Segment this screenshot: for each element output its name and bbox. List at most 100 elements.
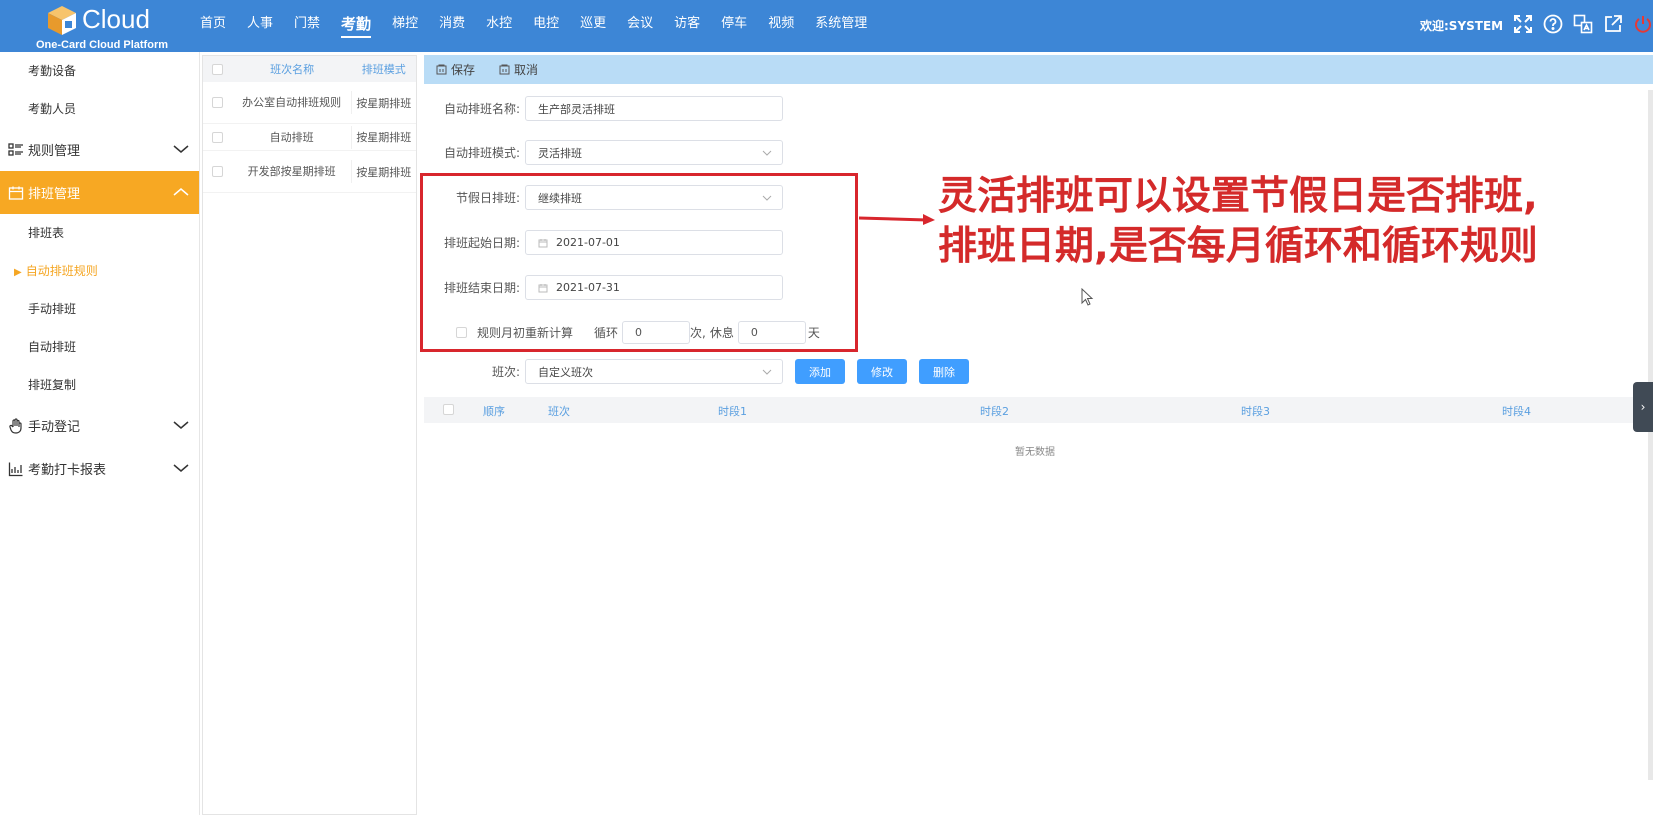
cube-logo-icon: [48, 6, 76, 35]
caret-right-icon: ▶: [14, 267, 22, 278]
col-period-4[interactable]: 时段4: [1502, 403, 1531, 419]
schedule-name-input[interactable]: 生产部灵活排班: [525, 96, 783, 121]
nav-power[interactable]: 电控: [533, 0, 559, 52]
calendar-icon: [8, 186, 24, 200]
nav-parking[interactable]: 停车: [721, 0, 747, 52]
side-expand-tab[interactable]: ›: [1633, 382, 1653, 432]
main-nav: 首页 人事 门禁 考勤 梯控 消费 水控 电控 巡更 会议 访客 停车 视频 系…: [200, 0, 888, 52]
empty-table-message: 暂无数据: [1015, 447, 1055, 458]
row-checkbox[interactable]: [212, 97, 224, 108]
sidebar-item-auto-schedule[interactable]: 自动排班: [0, 328, 199, 366]
row-checkbox[interactable]: [212, 166, 224, 177]
shift-select[interactable]: 自定义班次: [525, 359, 783, 384]
save-button[interactable]: 保存: [436, 61, 475, 78]
sidebar-item-auto-schedule-rule[interactable]: ▶ 自动排班规则: [0, 252, 199, 290]
language-icon[interactable]: [1572, 13, 1594, 35]
chevron-down-icon: [762, 369, 772, 375]
sidebar-group-label: 手动登记: [28, 420, 81, 435]
help-icon[interactable]: [1542, 13, 1564, 35]
shift-table-header: 顺序 班次 时段1 时段2 时段3 时段4: [424, 397, 1653, 423]
fullscreen-icon[interactable]: [1512, 13, 1534, 35]
select-all-checkbox[interactable]: [443, 404, 454, 415]
nav-patrol[interactable]: 巡更: [580, 0, 606, 52]
sidebar-item-label: 自动排班规则: [25, 264, 98, 278]
nav-attendance[interactable]: 考勤: [341, 0, 372, 52]
schedule-mode-select[interactable]: 灵活排班: [525, 140, 783, 165]
list-item[interactable]: 自动排班 按星期排班: [203, 124, 416, 151]
welcome-text: 欢迎:SYSTEM: [1420, 19, 1504, 33]
rule-mode: 按星期排班: [356, 165, 412, 179]
nav-access[interactable]: 门禁: [294, 0, 320, 52]
save-icon: [436, 64, 447, 75]
nav-hr[interactable]: 人事: [247, 0, 273, 52]
nav-water[interactable]: 水控: [486, 0, 512, 52]
nav-visitor[interactable]: 访客: [674, 0, 700, 52]
sidebar-group-label: 排班管理: [28, 187, 81, 202]
col-period-2[interactable]: 时段2: [980, 403, 1009, 419]
col-shift[interactable]: 班次: [548, 403, 570, 419]
sidebar-item-attendance-staff[interactable]: 考勤人员: [0, 90, 199, 128]
row-checkbox[interactable]: [212, 131, 224, 143]
delete-button[interactable]: 删除: [919, 359, 969, 384]
sidebar-group-manual[interactable]: 手动登记: [0, 404, 199, 447]
edit-button[interactable]: 修改: [857, 359, 907, 384]
chevron-down-icon: [173, 145, 189, 153]
chevron-right-icon: ›: [1640, 400, 1646, 414]
nav-consume[interactable]: 消费: [439, 0, 465, 52]
nav-elevator[interactable]: 梯控: [392, 0, 418, 52]
list-item[interactable]: 办公室自动排班规则 按星期排班: [203, 82, 416, 124]
col-shift-name[interactable]: 班次名称: [233, 61, 352, 77]
sidebar-item-schedule-copy[interactable]: 排班复制: [0, 366, 199, 404]
form-row-name: 自动排班名称: 生产部灵活排班: [424, 96, 783, 121]
sidebar-group-report[interactable]: 考勤打卡报表: [0, 447, 199, 490]
chart-icon: [8, 462, 23, 476]
chevron-up-icon: [173, 188, 189, 196]
add-button[interactable]: 添加: [795, 359, 845, 384]
nav-meeting[interactable]: 会议: [627, 0, 653, 52]
form-row-mode: 自动排班模式: 灵活排班: [424, 140, 783, 165]
list-item[interactable]: 开发部按星期排班 按星期排班: [203, 151, 416, 193]
annotation-arrow: [858, 214, 935, 225]
cancel-icon: [499, 64, 510, 75]
top-icons: [1512, 13, 1653, 35]
sidebar: 考勤设备 考勤人员 规则管理 排班管理 排班表 ▶ 自动排班规则 手动排班 自动排…: [0, 52, 200, 815]
logo[interactable]: Cloud One-Card Cloud Platform: [34, 2, 174, 51]
col-order[interactable]: 顺序: [483, 403, 505, 419]
name-label: 自动排班名称:: [443, 102, 520, 116]
rule-name: 办公室自动排班规则: [233, 91, 352, 114]
sidebar-item-schedule-table[interactable]: 排班表: [0, 214, 199, 252]
nav-system[interactable]: 系统管理: [815, 0, 867, 52]
select-all-checkbox[interactable]: [212, 63, 224, 75]
col-schedule-mode[interactable]: 排班模式: [352, 61, 416, 77]
rule-name: 开发部按星期排班: [233, 160, 352, 183]
sidebar-group-schedule[interactable]: 排班管理: [0, 171, 199, 214]
sidebar-item-manual-schedule[interactable]: 手动排班: [0, 290, 199, 328]
chevron-down-icon: [173, 464, 189, 472]
col-period-3[interactable]: 时段3: [1241, 403, 1270, 419]
scrollbar[interactable]: [1648, 90, 1653, 780]
sidebar-group-rules[interactable]: 规则管理: [0, 128, 199, 171]
mouse-cursor-icon: [1081, 288, 1094, 306]
external-link-icon[interactable]: [1602, 13, 1624, 35]
hand-icon: [9, 417, 22, 434]
col-period-1[interactable]: 时段1: [718, 403, 747, 419]
cancel-button[interactable]: 取消: [499, 61, 538, 78]
highlight-box: [420, 173, 858, 352]
save-label: 保存: [451, 63, 476, 77]
mode-label: 自动排班模式:: [443, 146, 520, 160]
cancel-label: 取消: [514, 63, 539, 77]
form-row-shift: 班次: 自定义班次 添加 修改 删除: [424, 359, 969, 384]
sidebar-group-label: 考勤打卡报表: [28, 463, 107, 478]
nav-video[interactable]: 视频: [768, 0, 794, 52]
select-value: 灵活排班: [538, 146, 582, 160]
sidebar-item-attendance-device[interactable]: 考勤设备: [0, 52, 199, 90]
toolbar: 保存 取消: [424, 55, 1653, 84]
logo-text: Cloud: [82, 4, 150, 34]
nav-home[interactable]: 首页: [200, 0, 226, 52]
rule-list-panel: 班次名称 排班模式 办公室自动排班规则 按星期排班 自动排班 按星期排班 开发部…: [202, 55, 417, 815]
power-icon[interactable]: [1632, 13, 1653, 35]
logo-subtitle: One-Card Cloud Platform: [36, 39, 169, 51]
chevron-down-icon: [173, 421, 189, 429]
top-bar: Cloud One-Card Cloud Platform 首页 人事 门禁 考…: [0, 0, 1653, 52]
select-value: 自定义班次: [538, 365, 593, 379]
